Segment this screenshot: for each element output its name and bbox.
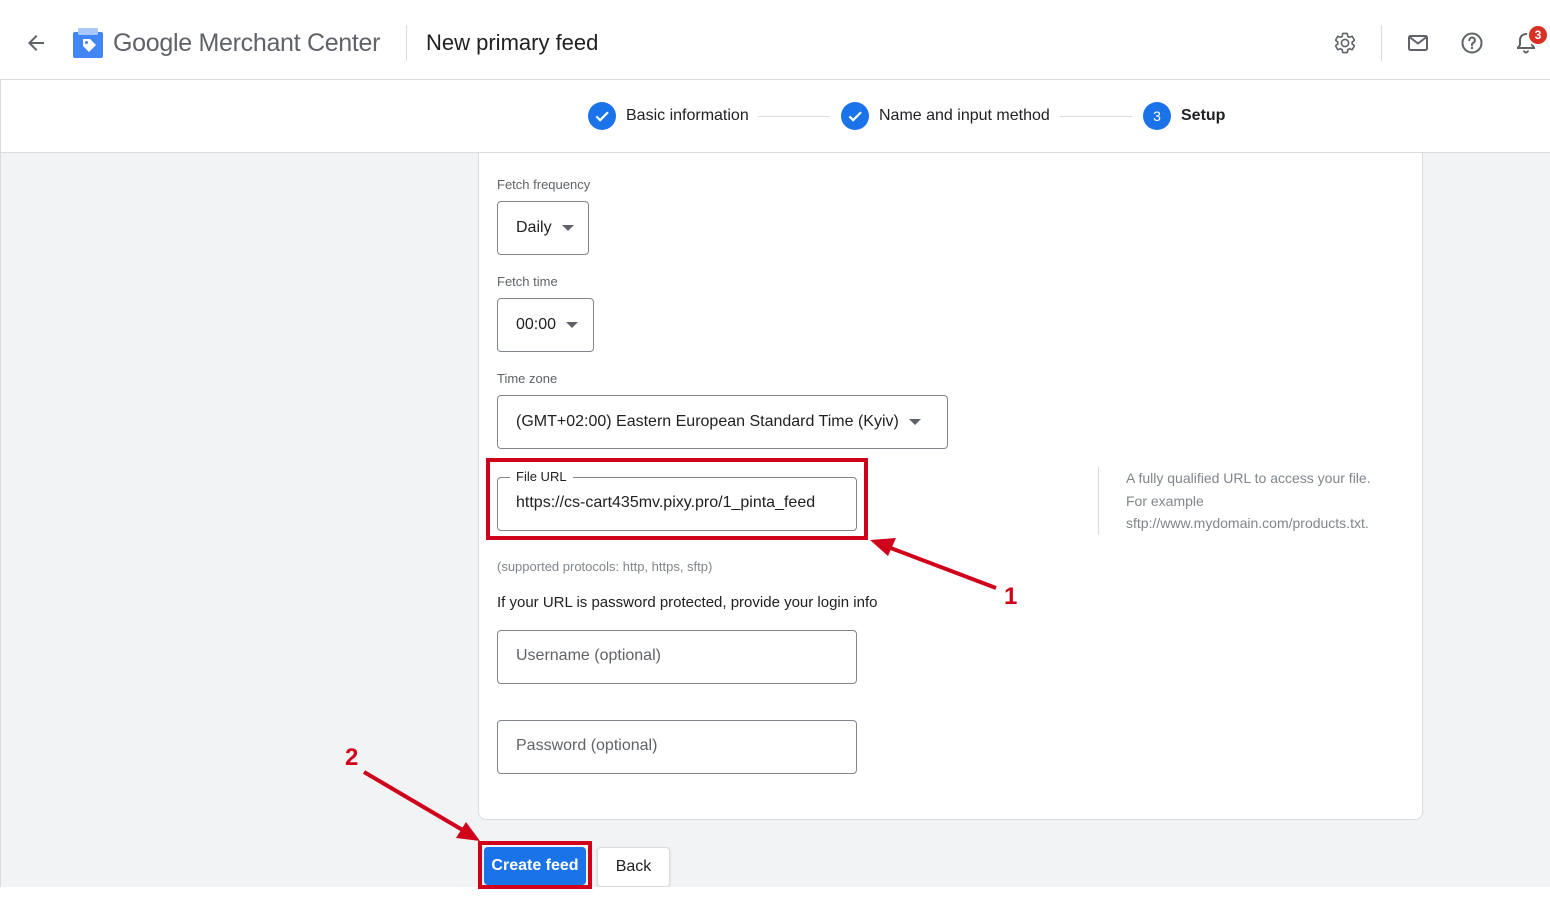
help-line: For example	[1126, 492, 1204, 509]
header-divider-right	[1381, 25, 1382, 61]
step-done-check-icon	[841, 102, 869, 130]
brand-name: Google Merchant Center	[113, 27, 380, 59]
fetch-time-select[interactable]: 00:00	[497, 298, 594, 352]
step-name-and-input-method[interactable]: Name and input method	[841, 102, 1050, 130]
header-divider	[406, 25, 407, 61]
password-placeholder: Password (optional)	[516, 737, 658, 754]
step-label: Name and input method	[879, 107, 1050, 124]
fetch-time-value: 00:00	[516, 316, 557, 333]
file-url-label: File URL	[510, 469, 573, 484]
annotation-marker-1: 1	[1004, 583, 1018, 610]
file-url-help: A fully qualified URL to access your fil…	[1126, 467, 1416, 535]
supported-protocols-note: (supported protocols: http, https, sftp)	[497, 559, 713, 574]
username-placeholder: Username (optional)	[516, 647, 661, 664]
back-arrow-icon[interactable]	[20, 27, 52, 59]
fetch-frequency-select[interactable]: Daily	[497, 201, 589, 255]
step-label: Setup	[1181, 107, 1226, 124]
step-setup[interactable]: 3 Setup	[1143, 102, 1225, 130]
help-icon[interactable]	[1456, 27, 1488, 59]
fetch-frequency-label: Fetch frequency	[497, 177, 591, 192]
notification-count-badge: 3	[1527, 24, 1549, 46]
brand-google: Google	[113, 29, 192, 57]
fetch-time-label: Fetch time	[497, 274, 558, 289]
create-feed-button[interactable]: Create feed	[484, 847, 586, 885]
step-label: Basic information	[626, 107, 749, 124]
mail-icon[interactable]	[1402, 27, 1434, 59]
password-input[interactable]: Password (optional)	[497, 720, 857, 774]
merchant-center-page: Google Merchant Center New primary feed …	[0, 0, 1550, 897]
time-zone-value: (GMT+02:00) Eastern European Standard Ti…	[516, 413, 899, 430]
dropdown-arrow-icon	[561, 225, 574, 231]
step-connector	[1060, 116, 1132, 117]
top-app-bar: Google Merchant Center New primary feed …	[0, 0, 1550, 80]
settings-gear-icon[interactable]	[1329, 27, 1361, 59]
file-url-value: https://cs-cart435mv.pixy.pro/1_pinta_fe…	[516, 494, 816, 511]
dropdown-arrow-icon	[566, 322, 579, 328]
help-line: sftp://www.mydomain.com/products.txt.	[1126, 515, 1369, 531]
step-basic-information[interactable]: Basic information	[588, 102, 749, 130]
brand-product: Merchant Center	[198, 29, 381, 57]
username-input[interactable]: Username (optional)	[497, 630, 857, 684]
help-line: A fully qualified URL to access your fil…	[1126, 470, 1371, 486]
dropdown-arrow-icon	[908, 419, 921, 425]
fetch-frequency-value: Daily	[516, 219, 552, 236]
login-info-text: If your URL is password protected, provi…	[497, 594, 878, 611]
bottom-strip	[0, 887, 1550, 897]
step-connector	[758, 116, 830, 117]
page-title: New primary feed	[426, 30, 599, 55]
step-done-check-icon	[588, 102, 616, 130]
time-zone-select[interactable]: (GMT+02:00) Eastern European Standard Ti…	[497, 395, 948, 449]
annotation-marker-2: 2	[345, 744, 359, 771]
time-zone-label: Time zone	[497, 371, 558, 386]
merchant-center-logo-icon	[72, 27, 104, 59]
file-url-input[interactable]: File URL https://cs-cart435mv.pixy.pro/1…	[497, 469, 857, 531]
step-number: 3	[1143, 102, 1171, 130]
help-divider	[1098, 467, 1099, 535]
back-button[interactable]: Back	[597, 847, 670, 887]
